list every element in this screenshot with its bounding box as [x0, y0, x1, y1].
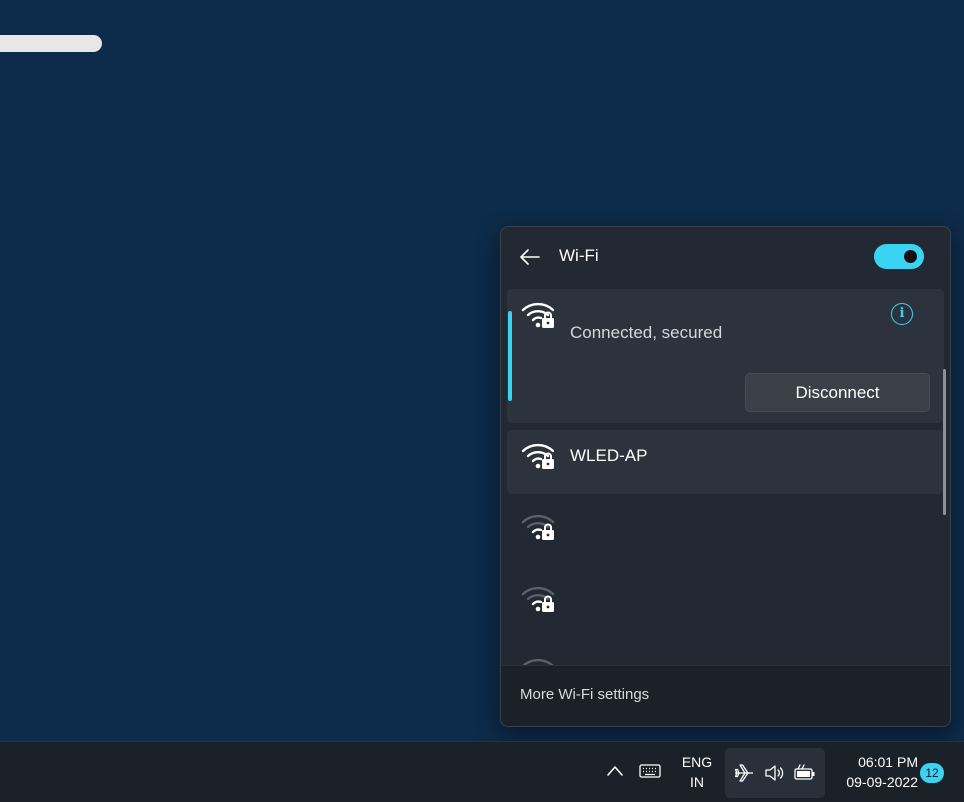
selected-accent — [508, 311, 512, 401]
taskbar: ENG IN 06:01 PM 09-09-2022 12 — [0, 741, 964, 802]
wifi-title: Wi-Fi — [559, 246, 599, 265]
network-item[interactable]: WLED-AP — [507, 430, 944, 494]
chevron-up-icon[interactable] — [606, 764, 624, 783]
language-indicator[interactable]: ENG IN — [672, 752, 722, 792]
disconnect-button[interactable]: Disconnect — [745, 373, 930, 412]
network-list: Connected, secured i Disconnect WLED-AP — [501, 289, 950, 667]
wifi-weak-secured-icon — [521, 511, 557, 543]
network-item[interactable] — [507, 573, 944, 637]
scrollbar[interactable] — [943, 369, 946, 515]
connection-status: Connected, secured — [570, 323, 723, 342]
desktop-widget-bar — [0, 35, 102, 52]
more-wifi-settings-link[interactable]: More Wi-Fi settings — [520, 686, 649, 703]
toggle-knob — [904, 250, 917, 263]
volume-icon — [763, 763, 785, 788]
quick-settings-button[interactable] — [725, 748, 825, 798]
network-item[interactable] — [507, 501, 944, 565]
network-item-connected[interactable]: Connected, secured i Disconnect — [507, 289, 944, 423]
battery-charging-icon — [793, 763, 817, 788]
keyboard-icon[interactable] — [639, 764, 661, 783]
wifi-header: Wi-Fi — [501, 227, 950, 287]
airplane-icon — [733, 763, 755, 788]
notification-badge[interactable]: 12 — [920, 763, 944, 783]
wifi-toggle[interactable] — [874, 244, 924, 269]
wifi-footer: More Wi-Fi settings — [501, 665, 950, 726]
wifi-secured-icon — [521, 440, 557, 472]
wifi-secured-icon — [521, 299, 557, 331]
clock-time: 06:01 PM — [858, 754, 918, 770]
clock[interactable]: 06:01 PM 09-09-2022 — [828, 752, 918, 792]
wifi-weak-secured-icon — [521, 583, 557, 615]
language-code: ENG — [681, 754, 713, 770]
clock-date: 09-09-2022 — [846, 774, 918, 790]
region-code: IN — [690, 774, 704, 790]
back-arrow-icon[interactable] — [519, 247, 541, 267]
info-icon[interactable]: i — [891, 303, 913, 325]
network-name: WLED-AP — [570, 446, 648, 465]
wifi-flyout: Wi-Fi Connected, secured i Disconnect WL… — [500, 226, 951, 727]
network-item[interactable] — [507, 645, 944, 667]
